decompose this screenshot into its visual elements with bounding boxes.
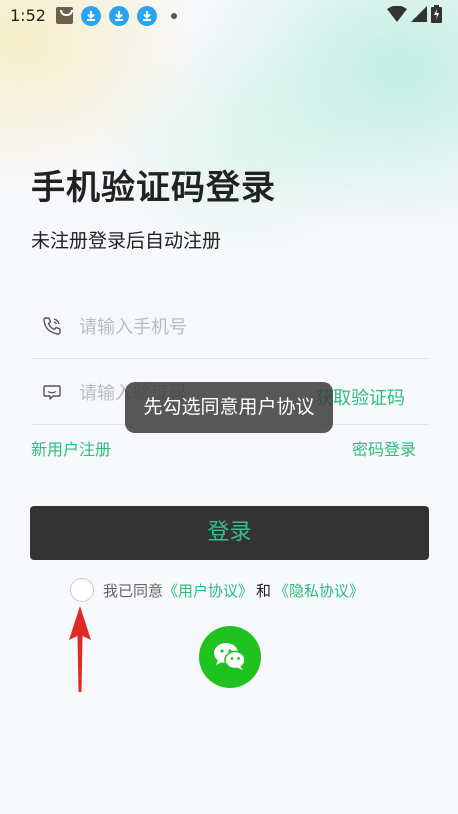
- password-login-link[interactable]: 密码登录: [352, 436, 416, 460]
- wechat-icon: [214, 643, 246, 670]
- download-icon: [109, 6, 129, 26]
- red-arrow-annotation: [69, 606, 91, 692]
- bag-icon: [56, 7, 73, 24]
- agreement-prefix: 我已同意: [103, 581, 164, 600]
- battery-icon: [431, 5, 442, 23]
- agreement-row: 我已同意 《用户协议》 和 《隐私协议》: [70, 576, 364, 604]
- user-agreement-link[interactable]: 《用户协议》: [163, 580, 253, 601]
- phone-icon: [43, 317, 61, 335]
- notification-dot: [171, 13, 177, 19]
- phone-input-row[interactable]: 请输入手机号: [31, 294, 429, 359]
- download-icon: [137, 6, 157, 26]
- download-icon: [81, 6, 101, 26]
- privacy-policy-link[interactable]: 《隐私协议》: [274, 580, 364, 601]
- register-link[interactable]: 新用户注册: [31, 436, 111, 460]
- message-icon: [43, 385, 61, 400]
- phone-input[interactable]: 请输入手机号: [79, 313, 187, 339]
- status-icons: [387, 5, 442, 23]
- agreement-checkbox[interactable]: [70, 578, 94, 602]
- status-time: 1:52: [10, 6, 46, 25]
- wifi-icon: [387, 6, 407, 22]
- status-bar: 1:52: [0, 0, 458, 32]
- login-button[interactable]: 登录: [30, 506, 429, 560]
- page-title: 手机验证码登录: [31, 168, 276, 208]
- wechat-login-button[interactable]: [199, 626, 261, 688]
- agreement-and: 和: [256, 581, 272, 600]
- toast-message: 先勾选同意用户协议: [125, 382, 333, 433]
- signal-icon: [411, 6, 427, 22]
- page-subtitle: 未注册登录后自动注册: [31, 230, 222, 252]
